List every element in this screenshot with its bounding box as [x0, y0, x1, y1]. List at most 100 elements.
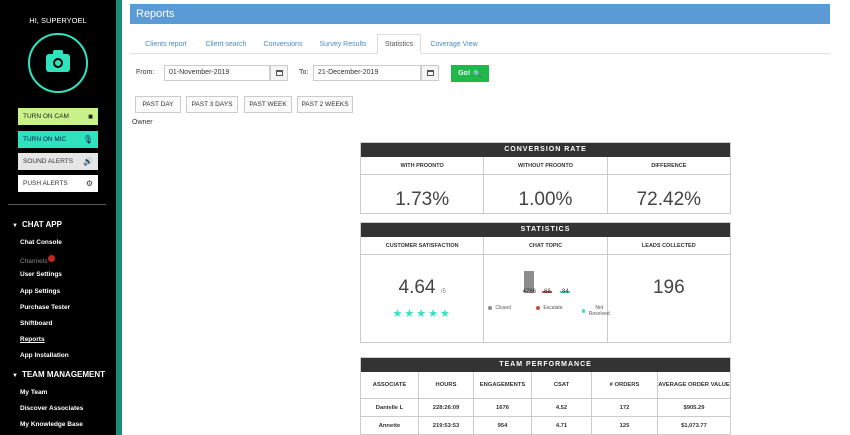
sidebar-item-chat-console[interactable]: Chat Console	[20, 239, 62, 246]
legend-label: Closed	[495, 305, 511, 311]
caret-down-icon: ▼	[12, 223, 18, 229]
go-button[interactable]: Go! 🔍	[451, 65, 489, 82]
cell-csat: 4.71	[532, 417, 592, 434]
chat-topic-head: CHAT TOPIC	[484, 237, 608, 254]
conversion-headers: WITH PROONTO WITHOUT PROONTO DIFFERENCE	[361, 157, 730, 175]
avatar[interactable]	[28, 33, 88, 93]
without-proonto-head: WITHOUT PROONTO	[484, 157, 608, 174]
section-label: CHAT APP	[21, 220, 62, 229]
statistics-panel: STATISTICS CUSTOMER SATISFACTION CHAT TO…	[360, 222, 731, 343]
sidebar-item-reports[interactable]: Reports	[20, 336, 45, 343]
report-tabs: Clients report Client search Conversions…	[130, 34, 830, 54]
sidebar-item-label: Channels	[20, 258, 48, 265]
turn-on-cam-button[interactable]: TURN ON CAM ■	[18, 108, 98, 125]
with-proonto-value: 1.73%	[361, 175, 485, 213]
tab-statistics[interactable]: Statistics	[377, 34, 421, 54]
legend-dot	[582, 309, 586, 313]
without-proonto-value: 1.00%	[484, 175, 608, 213]
main-content: Reports Clients report Client search Con…	[122, 0, 850, 435]
satisfaction-score: 4.64 /5	[361, 277, 483, 299]
cell-orders: 172	[592, 399, 658, 416]
calendar-icon	[275, 70, 283, 76]
from-label: From:	[136, 69, 155, 76]
push-alerts-button[interactable]: PUSH ALERTS ⚙	[18, 175, 98, 192]
sidebar-section-team-management[interactable]: ▼ TEAM MANAGEMENT	[12, 370, 105, 379]
user-greeting: HI, SUPERYOEL	[29, 16, 87, 25]
table-row: Danielle L 228:26:09 1676 4.52 172 $905.…	[361, 399, 730, 417]
cell-engagements: 1676	[474, 399, 532, 416]
sidebar-item-my-team[interactable]: My Team	[20, 389, 47, 396]
legend-escalate: Escalate	[536, 305, 563, 311]
past-3-days-button[interactable]: PAST 3 DAYS	[186, 96, 238, 113]
go-label: Go!	[458, 70, 471, 77]
sidebar-section-chat-app[interactable]: ▼ CHAT APP	[12, 220, 62, 229]
tab-coverage-view[interactable]: Coverage View	[424, 34, 484, 54]
app-root: HI, SUPERYOEL TURN ON CAM ■ TURN ON MIC …	[0, 0, 850, 435]
header-engagements[interactable]: ENGAGEMENTS	[474, 372, 532, 398]
tab-clients-report[interactable]: Clients report	[136, 34, 196, 54]
sidebar-item-channels[interactable]: Channels	[20, 255, 56, 265]
legend-dot	[536, 306, 541, 310]
sidebar-item-user-settings[interactable]: User Settings	[20, 271, 62, 278]
leads-collected-value: 196	[652, 277, 685, 298]
cell-associate: Annette	[361, 417, 419, 434]
cell-average-order-value: $905.29	[683, 404, 705, 411]
camera-icon	[46, 50, 70, 72]
past-day-button[interactable]: PAST DAY	[135, 96, 181, 113]
sidebar-item-app-installation[interactable]: App Installation	[20, 352, 69, 359]
tab-conversions[interactable]: Conversions	[257, 34, 309, 54]
from-calendar-button[interactable]	[270, 65, 288, 81]
tab-survey-results[interactable]: Survey Results	[313, 34, 373, 54]
legend-dot	[488, 306, 493, 310]
turn-on-mic-label: TURN ON MIC	[23, 136, 67, 143]
team-table-header: ASSOCIATE HOURS ENGAGEMENTS CSAT # ORDER…	[361, 372, 730, 399]
to-label: To:	[299, 69, 309, 76]
sound-alerts-button[interactable]: SOUND ALERTS 🔊	[18, 153, 98, 170]
to-calendar-button[interactable]	[421, 65, 439, 81]
statistics-title: STATISTICS	[361, 223, 730, 237]
table-row: Annette 219:53:53 954 4.71 125 $1,073.77	[361, 417, 730, 435]
chat-topic-bar-label: 4786	[522, 289, 536, 295]
sidebar-item-my-knowledge-base[interactable]: My Knowledge Base	[20, 421, 83, 428]
difference-head: DIFFERENCE	[651, 163, 687, 169]
sidebar-item-purchase-tester[interactable]: Purchase Tester	[20, 304, 70, 311]
cell-csat: 4.52	[532, 399, 592, 416]
header-hours[interactable]: HOURS	[419, 372, 474, 398]
to-date-input[interactable]: 21-December-2019	[313, 65, 421, 81]
sidebar-item-discover-associates[interactable]: Discover Associates	[20, 405, 83, 412]
cell-average-order-value: $1,073.77	[681, 422, 707, 429]
with-proonto-head: WITH PROONTO	[361, 157, 485, 174]
conversion-rate-panel: CONVERSION RATE WITH PROONTO WITHOUT PRO…	[360, 142, 731, 214]
sidebar-item-shiftboard[interactable]: Shiftboard	[20, 320, 53, 327]
turn-on-mic-button[interactable]: TURN ON MIC 🎙	[18, 131, 98, 148]
conversion-values: 1.73% 1.00% 72.42%	[361, 175, 730, 213]
leads-collected-cell: 196	[608, 255, 730, 343]
past-week-button[interactable]: PAST WEEK	[244, 96, 292, 113]
cell-hours: 228:26:09	[419, 399, 474, 416]
star-rating: ★★★★★	[392, 308, 452, 320]
speaker-icon: 🔊	[83, 157, 93, 166]
tab-client-search[interactable]: Client search	[198, 34, 254, 54]
header-csat[interactable]: CSAT	[532, 372, 592, 398]
legend-closed: Closed	[488, 305, 511, 311]
turn-on-cam-label: TURN ON CAM	[23, 113, 69, 120]
section-label: TEAM MANAGEMENT	[21, 370, 106, 379]
satisfaction-unit: /5	[440, 289, 446, 295]
sidebar-divider	[8, 204, 106, 205]
difference-value: 72.42%	[636, 189, 702, 210]
from-date-input[interactable]: 01-November-2019	[164, 65, 270, 81]
notification-badge	[48, 255, 56, 262]
cell-associate: Danielle L	[361, 399, 419, 416]
past-2-weeks-button[interactable]: PAST 2 WEEKS	[297, 96, 353, 113]
leads-collected-head: LEADS COLLECTED	[641, 243, 696, 249]
statistics-headers: CUSTOMER SATISFACTION CHAT TOPIC LEADS C…	[361, 237, 730, 255]
header-average-order-value[interactable]: AVERAGE ORDER VALUE	[658, 372, 730, 398]
owner-label: Owner	[132, 119, 153, 126]
sidebar-item-app-settings[interactable]: App Settings	[20, 288, 60, 295]
cell-engagements: 954	[474, 417, 532, 434]
header-associate[interactable]: ASSOCIATE	[361, 372, 419, 398]
header-orders[interactable]: # ORDERS	[592, 372, 658, 398]
legend-not-resolved: Not Resolved	[582, 305, 610, 317]
sound-alerts-label: SOUND ALERTS	[23, 158, 74, 165]
cell-hours: 219:53:53	[419, 417, 474, 434]
